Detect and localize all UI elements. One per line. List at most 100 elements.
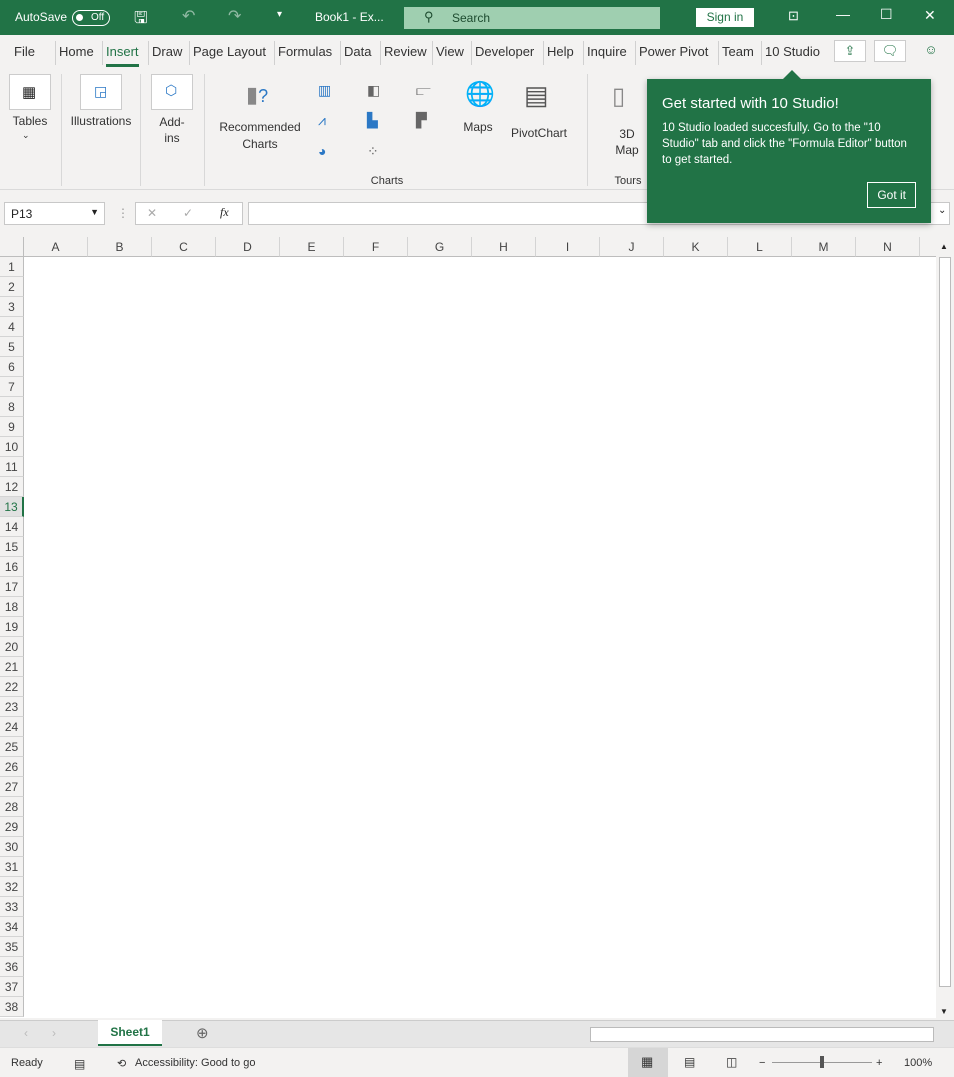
3d-map-button[interactable]: 3D Map [604, 126, 650, 158]
row-header[interactable]: 1 [0, 257, 24, 277]
row-header[interactable]: 30 [0, 837, 24, 857]
tab-power-pivot[interactable]: Power Pivot [639, 44, 708, 59]
tab-team[interactable]: Team [722, 44, 754, 59]
horizontal-scrollbar[interactable] [590, 1027, 934, 1042]
tab-draw[interactable]: Draw [152, 44, 182, 59]
zoom-in-icon[interactable]: + [876, 1057, 882, 1069]
tab-inquire[interactable]: Inquire [587, 44, 627, 59]
tab-page-layout[interactable]: Page Layout [193, 44, 266, 59]
illustrations-button[interactable]: Illustrations [66, 114, 136, 128]
column-header[interactable]: B [88, 237, 152, 257]
row-header[interactable]: 9 [0, 417, 24, 437]
tab-file[interactable]: File [14, 44, 35, 59]
autosave-toggle[interactable]: Off [72, 10, 110, 26]
row-header[interactable]: 3 [0, 297, 24, 317]
row-header[interactable]: 22 [0, 677, 24, 697]
line-chart-icon[interactable]: ⩘ [318, 112, 336, 128]
row-header[interactable]: 23 [0, 697, 24, 717]
close-icon[interactable]: ✕ [924, 7, 936, 24]
column-header[interactable]: C [152, 237, 216, 257]
row-header[interactable]: 27 [0, 777, 24, 797]
tab-review[interactable]: Review [384, 44, 427, 59]
row-header[interactable]: 37 [0, 977, 24, 997]
next-sheet-icon[interactable]: › [52, 1026, 56, 1040]
addins-icon[interactable]: ⬡ [151, 74, 193, 110]
column-header[interactable]: M [792, 237, 856, 257]
page-layout-view-icon[interactable]: ▤ [684, 1055, 695, 1069]
column-header[interactable]: I [536, 237, 600, 257]
got-it-button[interactable]: Got it [867, 182, 916, 208]
zoom-level[interactable]: 100% [904, 1057, 932, 1069]
tab-data[interactable]: Data [344, 44, 371, 59]
tables-button[interactable]: Tables [6, 114, 54, 128]
row-header[interactable]: 2 [0, 277, 24, 297]
row-header[interactable]: 32 [0, 877, 24, 897]
tab-insert[interactable]: Insert [106, 44, 139, 67]
column-header[interactable]: A [24, 237, 88, 257]
row-header[interactable]: 11 [0, 457, 24, 477]
customize-toolbar-icon[interactable]: ▾ [277, 9, 282, 20]
expand-formula-icon[interactable]: ⌄ [938, 205, 946, 216]
maps-button[interactable]: Maps [459, 120, 497, 134]
row-header[interactable]: 17 [0, 577, 24, 597]
column-header[interactable]: N [856, 237, 920, 257]
insert-function-icon[interactable]: fx [220, 205, 229, 220]
row-header[interactable]: 35 [0, 937, 24, 957]
row-header[interactable]: 33 [0, 897, 24, 917]
row-header[interactable]: 4 [0, 317, 24, 337]
column-chart-icon[interactable]: ▥ [318, 82, 336, 98]
scatter-chart-icon[interactable]: ⁘ [367, 143, 385, 159]
row-header[interactable]: 34 [0, 917, 24, 937]
combo-chart-icon[interactable]: ▛ [416, 112, 434, 128]
tab-developer[interactable]: Developer [475, 44, 534, 59]
pivotchart-button[interactable]: PivotChart [508, 126, 570, 140]
search-box[interactable]: ⚲ Search [404, 7, 660, 29]
hierarchy-chart-icon[interactable]: ◧ [367, 82, 385, 98]
tab-10-studio[interactable]: 10 Studio [765, 44, 820, 59]
tab-home[interactable]: Home [59, 44, 94, 59]
add-sheet-icon[interactable]: ⊕ [196, 1024, 209, 1042]
row-header[interactable]: 7 [0, 377, 24, 397]
recommended-charts-button[interactable]: Recommended Charts [215, 120, 305, 151]
row-header[interactable]: 26 [0, 757, 24, 777]
chevron-down-icon[interactable]: ▼ [90, 207, 99, 217]
illustrations-icon[interactable]: ◲ [80, 74, 122, 110]
row-header[interactable]: 24 [0, 717, 24, 737]
waterfall-chart-icon[interactable]: ⫍ [416, 82, 434, 98]
table-icon[interactable]: ▦ [9, 74, 51, 110]
row-header[interactable]: 36 [0, 957, 24, 977]
column-header[interactable]: J [600, 237, 664, 257]
row-header[interactable]: 14 [0, 517, 24, 537]
normal-view-button[interactable]: ▦ [628, 1048, 668, 1077]
addins-button[interactable]: Add- ins [152, 114, 192, 146]
zoom-slider-thumb[interactable] [820, 1056, 824, 1068]
feedback-icon[interactable]: ☺ [921, 40, 941, 62]
row-header[interactable]: 15 [0, 537, 24, 557]
row-header[interactable]: 18 [0, 597, 24, 617]
row-header[interactable]: 8 [0, 397, 24, 417]
column-header[interactable]: L [728, 237, 792, 257]
statistic-chart-icon[interactable]: ▙ [367, 112, 385, 128]
share-icon[interactable]: ⇪ [834, 40, 866, 62]
row-header[interactable]: 12 [0, 477, 24, 497]
sheet-tab[interactable]: Sheet1 [98, 1020, 162, 1046]
row-header[interactable]: 20 [0, 637, 24, 657]
tab-help[interactable]: Help [547, 44, 574, 59]
page-break-view-icon[interactable]: ◫ [726, 1055, 737, 1069]
minimize-icon[interactable]: — [836, 6, 850, 22]
cancel-icon[interactable]: ✕ [147, 206, 157, 220]
accessibility-status[interactable]: Accessibility: Good to go [135, 1057, 255, 1069]
tab-view[interactable]: View [436, 44, 464, 59]
column-header[interactable]: F [344, 237, 408, 257]
tab-formulas[interactable]: Formulas [278, 44, 332, 59]
row-header[interactable]: 38 [0, 997, 24, 1017]
row-header[interactable]: 21 [0, 657, 24, 677]
scroll-thumb[interactable] [939, 257, 951, 987]
row-header[interactable]: 13 [0, 497, 24, 517]
zoom-out-icon[interactable]: − [759, 1057, 765, 1069]
enter-icon[interactable]: ✓ [183, 206, 193, 220]
prev-sheet-icon[interactable]: ‹ [24, 1026, 28, 1040]
row-header[interactable]: 28 [0, 797, 24, 817]
name-box[interactable]: P13 ▼ [4, 202, 105, 225]
row-header[interactable]: 31 [0, 857, 24, 877]
